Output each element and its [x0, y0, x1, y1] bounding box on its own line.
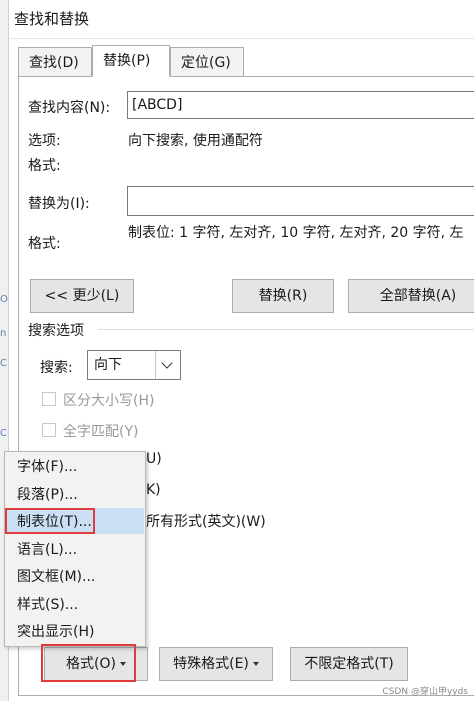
- menu-item-highlight[interactable]: 突出显示(H): [17, 619, 94, 645]
- tab-find[interactable]: 查找(D): [18, 47, 92, 77]
- find-format-label: 格式:: [28, 158, 61, 174]
- find-what-label: 查找内容(N):: [28, 100, 111, 116]
- chevron-down-icon[interactable]: [155, 351, 180, 379]
- menu-item-frame[interactable]: 图文框(M)...: [17, 564, 95, 590]
- option-label-fragment: K): [146, 482, 161, 498]
- replace-button[interactable]: 替换(R): [232, 279, 334, 313]
- whole-word-checkbox[interactable]: [42, 423, 56, 437]
- special-format-label: 特殊格式(E): [173, 656, 249, 672]
- less-button[interactable]: << 更少(L): [30, 279, 134, 313]
- replace-with-input[interactable]: [127, 186, 474, 216]
- match-case-checkbox[interactable]: [42, 392, 56, 406]
- find-what-input[interactable]: [ABCD]: [127, 91, 474, 119]
- annotation-highlight-box: [41, 644, 136, 682]
- all-word-forms-label: 所有形式(英文)(W): [146, 514, 266, 530]
- watermark: CSDN @穿山甲yyds: [382, 687, 468, 697]
- search-options-title: 搜索选项: [28, 323, 84, 339]
- menu-item-paragraph[interactable]: 段落(P)...: [17, 482, 78, 508]
- replace-format-value: 制表位: 1 字符, 左对齐, 10 字符, 左对齐, 20 字符, 左: [128, 225, 464, 241]
- format-dropdown-menu: 字体(F)... 段落(P)... 制表位(T)... 语言(L)... 图文框…: [4, 451, 146, 647]
- whole-word-label: 全字匹配(Y): [63, 424, 139, 440]
- search-direction-select[interactable]: 向下: [87, 350, 181, 380]
- option-label-fragment: U): [146, 451, 162, 467]
- replace-format-label: 格式:: [28, 236, 61, 252]
- find-options-value: 向下搜索, 使用通配符: [128, 133, 263, 149]
- dropdown-arrow-icon: [252, 662, 259, 666]
- tab-goto[interactable]: 定位(G): [170, 47, 244, 77]
- replace-with-label: 替换为(I):: [28, 196, 90, 212]
- special-format-button[interactable]: 特殊格式(E): [159, 647, 273, 681]
- find-options-label: 选项:: [28, 133, 61, 149]
- no-formatting-button[interactable]: 不限定格式(T): [290, 647, 408, 681]
- background-text-fragment: C: [0, 428, 7, 439]
- background-text-fragment: n: [0, 328, 7, 339]
- tab-replace[interactable]: 替换(P): [92, 45, 170, 77]
- replace-all-button[interactable]: 全部替换(A): [348, 279, 474, 313]
- search-options-divider: [98, 329, 474, 330]
- menu-item-style[interactable]: 样式(S)...: [17, 592, 78, 618]
- dialog-title: 查找和替换: [14, 10, 90, 28]
- background-text-fragment: O: [0, 294, 8, 305]
- search-direction-label: 搜索:: [40, 360, 73, 376]
- search-direction-value: 向下: [94, 357, 122, 373]
- menu-item-font[interactable]: 字体(F)...: [17, 454, 77, 480]
- titlebar-divider: [10, 38, 474, 39]
- background-text-fragment: C: [0, 358, 7, 369]
- menu-item-language[interactable]: 语言(L)...: [17, 537, 77, 563]
- match-case-label: 区分大小写(H): [63, 393, 155, 409]
- annotation-highlight-box: [5, 508, 95, 534]
